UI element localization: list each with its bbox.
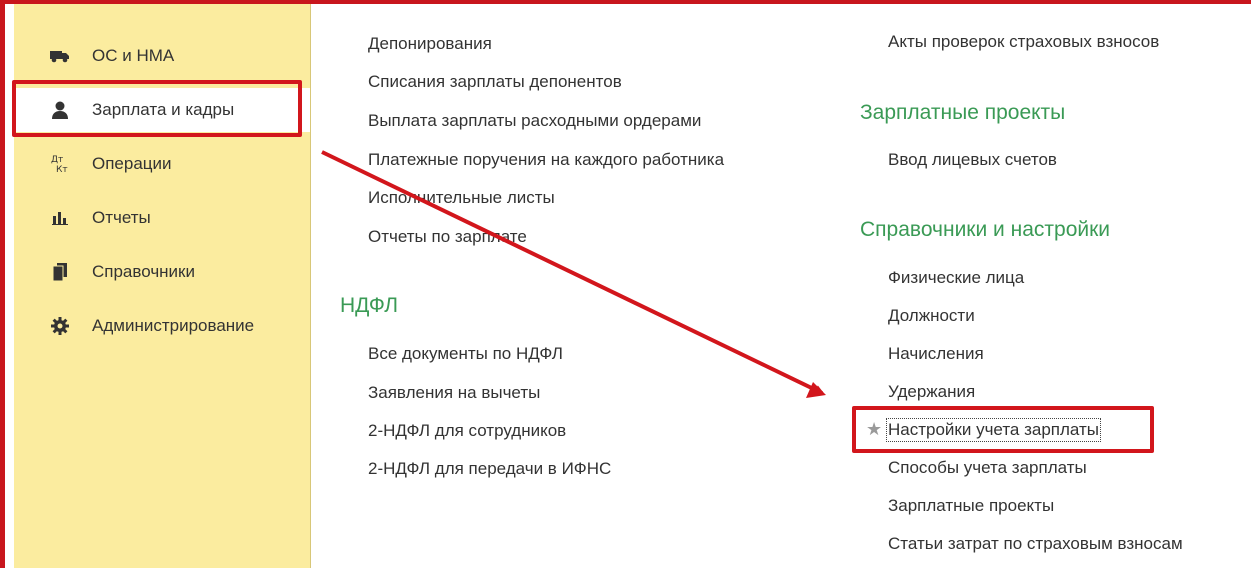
link-cash-orders-payout[interactable]: Выплата зарплаты расходными ордерами bbox=[368, 111, 701, 131]
sidebar-item-label: Операции bbox=[92, 154, 172, 173]
link-payment-orders-per-employee[interactable]: Платежные поручения на каждого работника bbox=[368, 150, 724, 170]
books-icon bbox=[50, 262, 70, 282]
annotation-highlight-sidebar bbox=[12, 80, 302, 137]
svg-text:Кт: Кт bbox=[56, 165, 68, 174]
annotation-highlight-target bbox=[852, 406, 1154, 453]
link-salary-reports[interactable]: Отчеты по зарплате bbox=[368, 227, 527, 247]
sidebar-item-os-nma[interactable]: ОС и НМА bbox=[14, 34, 310, 78]
truck-icon bbox=[50, 46, 70, 66]
link-ndfl-all-documents[interactable]: Все документы по НДФЛ bbox=[368, 344, 563, 364]
gear-icon bbox=[50, 316, 70, 336]
section-title-directories-settings: Справочники и настройки bbox=[860, 218, 1111, 241]
link-deductions[interactable]: Удержания bbox=[888, 382, 975, 402]
sidebar-item-label: ОС и НМА bbox=[92, 46, 175, 65]
sidebar-item-label: Администрирование bbox=[92, 316, 255, 335]
sidebar-item-administration[interactable]: Администрирование bbox=[14, 304, 310, 348]
link-individuals[interactable]: Физические лица bbox=[888, 268, 1024, 288]
sidebar-item-reports[interactable]: Отчеты bbox=[14, 196, 310, 240]
link-salary-projects[interactable]: Зарплатные проекты bbox=[888, 496, 1054, 516]
bar-chart-icon bbox=[50, 208, 70, 228]
link-deposits[interactable]: Депонирования bbox=[368, 34, 492, 54]
link-insurance-cost-items[interactable]: Статьи затрат по страховым взносам bbox=[888, 534, 1183, 554]
svg-text:Дт: Дт bbox=[51, 155, 63, 165]
sidebar-item-directories[interactable]: Справочники bbox=[14, 250, 310, 294]
dt-kt-icon: Дт Кт bbox=[50, 154, 70, 174]
link-salary-accounting-methods[interactable]: Способы учета зарплаты bbox=[888, 458, 1087, 478]
link-positions[interactable]: Должности bbox=[888, 306, 975, 326]
link-write-off-depositors[interactable]: Списания зарплаты депонентов bbox=[368, 72, 622, 92]
sidebar-item-operations[interactable]: Дт Кт Операции bbox=[14, 142, 310, 186]
sidebar-item-label: Справочники bbox=[92, 262, 195, 281]
annotation-frame-left bbox=[0, 0, 5, 568]
section-title-ndfl: НДФЛ bbox=[340, 294, 398, 317]
link-2ndfl-ifns[interactable]: 2-НДФЛ для передачи в ИФНС bbox=[368, 459, 611, 479]
section-title-salary-projects: Зарплатные проекты bbox=[860, 101, 1066, 124]
link-accruals[interactable]: Начисления bbox=[888, 344, 984, 364]
link-writs-of-execution[interactable]: Исполнительные листы bbox=[368, 188, 555, 208]
link-personal-accounts-input[interactable]: Ввод лицевых счетов bbox=[888, 150, 1057, 170]
link-2ndfl-employees[interactable]: 2-НДФЛ для сотрудников bbox=[368, 421, 566, 441]
link-insurance-audit-acts[interactable]: Акты проверок страховых взносов bbox=[888, 32, 1159, 52]
link-deduction-applications[interactable]: Заявления на вычеты bbox=[368, 383, 540, 403]
sidebar-item-label: Отчеты bbox=[92, 208, 151, 227]
